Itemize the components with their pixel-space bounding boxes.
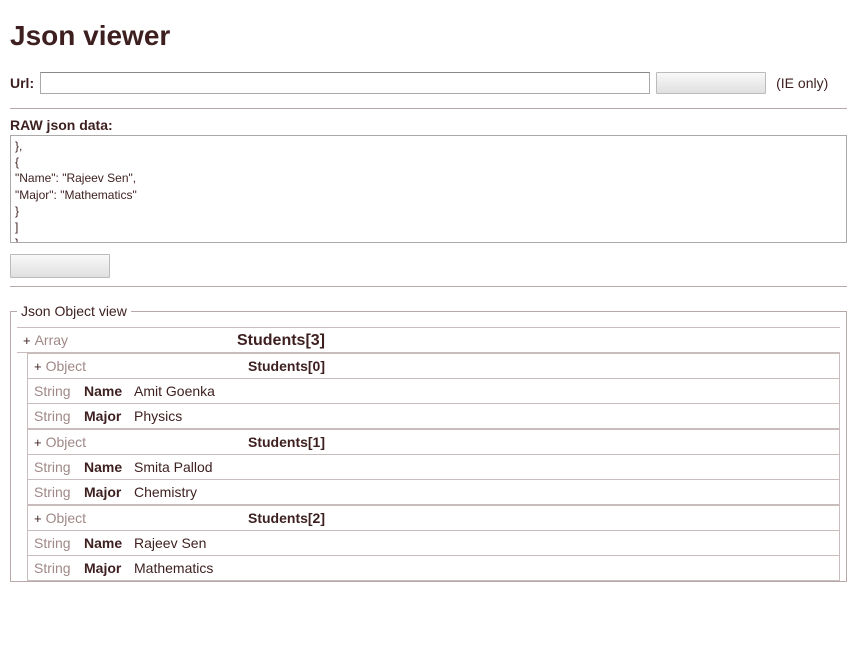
url-input[interactable] — [40, 72, 650, 94]
array-node-key: Students[3] — [237, 332, 325, 350]
object-node: + Object Students[1] String Name Smita P… — [27, 429, 840, 505]
expand-toggle[interactable]: + — [34, 511, 42, 526]
ie-only-note: (IE only) — [776, 75, 828, 91]
property-value: Smita Pallod — [134, 459, 213, 475]
json-object-view: Json Object view + Array Students[3] + O… — [10, 303, 847, 582]
property-row: String Major Physics — [28, 404, 839, 429]
raw-label: RAW json data: — [10, 117, 847, 133]
object-node: + Object Students[2] String Name Rajeev … — [27, 505, 840, 581]
divider — [10, 286, 847, 287]
property-row: String Name Amit Goenka — [28, 379, 839, 404]
object-node-key: Students[0] — [248, 358, 325, 374]
object-node-header: + Object Students[0] — [28, 354, 839, 379]
object-node-header: + Object Students[1] — [28, 430, 839, 455]
property-value: Amit Goenka — [134, 383, 215, 399]
expand-toggle[interactable]: + — [23, 333, 31, 348]
type-string-label: String — [34, 408, 78, 424]
divider — [10, 108, 847, 109]
type-string-label: String — [34, 383, 78, 399]
property-row: String Name Rajeev Sen — [28, 531, 839, 556]
property-key: Name — [84, 383, 128, 399]
type-string-label: String — [34, 535, 78, 551]
type-object-label: Object — [46, 434, 86, 450]
type-string-label: String — [34, 459, 78, 475]
raw-actions — [10, 254, 847, 282]
property-key: Major — [84, 560, 128, 576]
url-row: Url: (IE only) — [10, 72, 847, 94]
type-object-label: Object — [46, 510, 86, 526]
type-string-label: String — [34, 484, 78, 500]
page-title: Json viewer — [10, 20, 847, 52]
property-key: Name — [84, 459, 128, 475]
property-value: Physics — [134, 408, 182, 424]
property-key: Name — [84, 535, 128, 551]
property-value: Chemistry — [134, 484, 197, 500]
parse-button[interactable] — [10, 254, 110, 278]
expand-toggle[interactable]: + — [34, 435, 42, 450]
tree-root: + Array Students[3] + Object Students[0]… — [17, 327, 840, 581]
property-row: String Major Chemistry — [28, 480, 839, 505]
object-node-key: Students[2] — [248, 510, 325, 526]
property-value: Mathematics — [134, 560, 213, 576]
load-url-button[interactable] — [656, 72, 766, 94]
property-key: Major — [84, 408, 128, 424]
type-string-label: String — [34, 560, 78, 576]
property-row: String Name Smita Pallod — [28, 455, 839, 480]
object-view-legend: Json Object view — [17, 303, 131, 319]
property-value: Rajeev Sen — [134, 535, 206, 551]
expand-toggle[interactable]: + — [34, 359, 42, 374]
array-node-header: + Array Students[3] — [17, 328, 840, 353]
object-node-header: + Object Students[2] — [28, 506, 839, 531]
object-node: + Object Students[0] String Name Amit Go… — [27, 353, 840, 429]
array-children: + Object Students[0] String Name Amit Go… — [17, 353, 840, 581]
url-label: Url: — [10, 75, 34, 91]
property-key: Major — [84, 484, 128, 500]
property-row: String Major Mathematics — [28, 556, 839, 581]
type-array-label: Array — [35, 332, 68, 348]
raw-json-textarea[interactable] — [10, 135, 847, 243]
object-node-key: Students[1] — [248, 434, 325, 450]
type-object-label: Object — [46, 358, 86, 374]
